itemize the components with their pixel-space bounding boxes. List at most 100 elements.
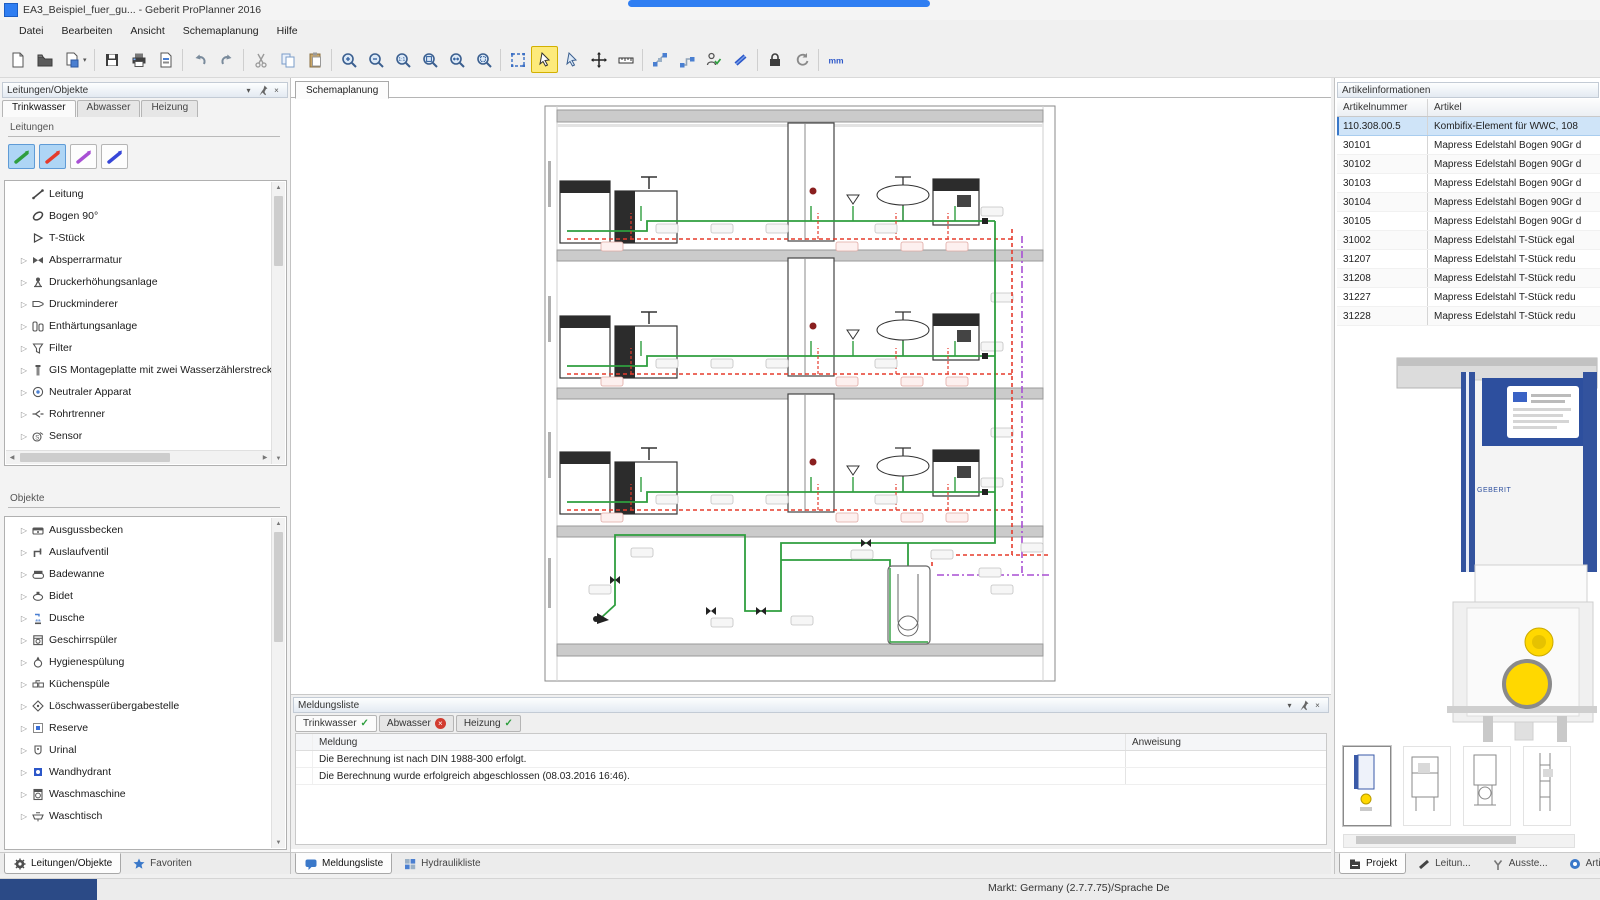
- blau-leitung-button[interactable]: [101, 144, 128, 169]
- vertical-scrollbar[interactable]: ▲▼: [271, 518, 285, 848]
- message-row[interactable]: Die Berechnung wurde erfolgreich abgesch…: [296, 768, 1326, 785]
- expander-icon[interactable]: ▷: [17, 724, 31, 733]
- scroll-right-icon[interactable]: ▶: [259, 451, 271, 464]
- left-bottom-tab[interactable]: Favoriten: [123, 853, 201, 874]
- tree-item[interactable]: ▷Auslaufventil: [5, 541, 272, 563]
- article-panel-header[interactable]: Artikelinformationen: [1337, 82, 1599, 98]
- tab-schemaplanung[interactable]: Schemaplanung: [295, 81, 389, 99]
- zoom-page-button[interactable]: [416, 46, 443, 73]
- scrollbar-thumb[interactable]: [1356, 836, 1516, 844]
- messages-tab-abwasser[interactable]: Abwasser×: [379, 715, 454, 732]
- expander-icon[interactable]: ▷: [17, 790, 31, 799]
- tree-item[interactable]: Bogen 90°: [5, 205, 272, 227]
- measure-button[interactable]: [612, 46, 639, 73]
- dimension-mm-button[interactable]: mm: [822, 46, 849, 73]
- menu-datei[interactable]: Datei: [10, 23, 53, 39]
- panel-caret-icon[interactable]: ▾: [242, 84, 255, 96]
- expander-icon[interactable]: ▷: [17, 388, 31, 397]
- tree-item[interactable]: ▷Druckerhöhungsanlage: [5, 271, 272, 293]
- pipe-segment-button[interactable]: [727, 46, 754, 73]
- tree-item[interactable]: T-Stück: [5, 227, 272, 249]
- left-tab-heizung[interactable]: Heizung: [141, 100, 198, 117]
- expander-icon[interactable]: ▷: [17, 636, 31, 645]
- lock-button[interactable]: [761, 46, 788, 73]
- expander-icon[interactable]: ▷: [17, 768, 31, 777]
- zoom-in-button[interactable]: [335, 46, 362, 73]
- right-bottom-tab[interactable]: Arti...: [1559, 853, 1600, 874]
- redo-button[interactable]: [213, 46, 240, 73]
- messages-panel-header[interactable]: Meldungsliste ▾ ×: [293, 697, 1329, 713]
- scrollbar-thumb[interactable]: [20, 453, 170, 462]
- expander-icon[interactable]: ▷: [17, 680, 31, 689]
- messages-col-anweisung[interactable]: Anweisung: [1126, 734, 1326, 750]
- warmwasser-leitung-button[interactable]: [39, 144, 66, 169]
- expander-icon[interactable]: ▷: [17, 526, 31, 535]
- scroll-down-icon[interactable]: ▼: [272, 453, 285, 464]
- panel-caret-icon[interactable]: ▾: [1283, 699, 1296, 711]
- expander-icon[interactable]: ▷: [17, 702, 31, 711]
- expander-icon[interactable]: ▷: [17, 300, 31, 309]
- product-thumbnail[interactable]: [1343, 746, 1391, 826]
- article-row[interactable]: 30101Mapress Edelstahl Bogen 90Gr d: [1337, 136, 1600, 155]
- cut-button[interactable]: [247, 46, 274, 73]
- save-button[interactable]: [98, 46, 125, 73]
- article-row[interactable]: 110.308.00.5Kombifix-Element für WWC, 10…: [1337, 117, 1600, 136]
- expander-icon[interactable]: ▷: [17, 658, 31, 667]
- center-bottom-tab[interactable]: Meldungsliste: [295, 853, 392, 874]
- expander-icon[interactable]: ▷: [17, 432, 31, 441]
- zirkulation-leitung-button[interactable]: [70, 144, 97, 169]
- expander-icon[interactable]: ▷: [17, 344, 31, 353]
- save-as-button[interactable]: [58, 46, 85, 73]
- tree-item[interactable]: ▷Reserve: [5, 717, 272, 739]
- article-row[interactable]: 31227Mapress Edelstahl T-Stück redu: [1337, 288, 1600, 307]
- article-row[interactable]: 31002Mapress Edelstahl T-Stück egal: [1337, 231, 1600, 250]
- panel-close-icon[interactable]: ×: [1311, 699, 1324, 711]
- tree-item[interactable]: ▷SSensor: [5, 425, 272, 447]
- tree-item[interactable]: ▷Wandhydrant: [5, 761, 272, 783]
- article-row[interactable]: 30105Mapress Edelstahl Bogen 90Gr d: [1337, 212, 1600, 231]
- menu-bearbeiten[interactable]: Bearbeiten: [53, 23, 122, 39]
- report-button[interactable]: [152, 46, 179, 73]
- article-row[interactable]: 31228Mapress Edelstahl T-Stück redu: [1337, 307, 1600, 326]
- scrollbar-thumb[interactable]: [274, 532, 283, 642]
- expander-icon[interactable]: ▷: [17, 322, 31, 331]
- panel-pin-icon[interactable]: [256, 84, 269, 96]
- tree-item[interactable]: ▷GIS Montageplatte mit zwei Wasserzähler…: [5, 359, 272, 381]
- expander-icon[interactable]: ▷: [17, 278, 31, 287]
- article-col-nummer[interactable]: Artikelnummer: [1337, 99, 1428, 116]
- tree-item[interactable]: ▷Badewanne: [5, 563, 272, 585]
- move-button[interactable]: [585, 46, 612, 73]
- left-bottom-tab[interactable]: Leitungen/Objekte: [4, 853, 121, 874]
- tree-item[interactable]: ▷Waschtisch: [5, 805, 272, 827]
- tree-item[interactable]: ▷Rohrtrenner: [5, 403, 272, 425]
- product-thumbnail[interactable]: [1403, 746, 1451, 826]
- tree-item[interactable]: ▷Waschmaschine: [5, 783, 272, 805]
- zoom-window-button[interactable]: [504, 46, 531, 73]
- left-panel-header[interactable]: Leitungen/Objekte ▾ ×: [2, 82, 288, 98]
- expander-icon[interactable]: ▷: [17, 746, 31, 755]
- update-button[interactable]: [788, 46, 815, 73]
- check-button[interactable]: [700, 46, 727, 73]
- dropdown-caret-icon[interactable]: ▾: [83, 56, 91, 64]
- vertical-scrollbar[interactable]: ▲▼: [271, 182, 285, 464]
- expander-icon[interactable]: ▷: [17, 614, 31, 623]
- left-tab-trinkwasser[interactable]: Trinkwasser: [2, 100, 76, 117]
- tree-item[interactable]: Leitung: [5, 183, 272, 205]
- zoom-100-button[interactable]: 1:1: [389, 46, 416, 73]
- expander-icon[interactable]: ▷: [17, 570, 31, 579]
- schematic-canvas[interactable]: [291, 97, 1331, 695]
- horizontal-scrollbar[interactable]: ◀▶: [6, 450, 271, 464]
- new-button[interactable]: [4, 46, 31, 73]
- connect-button[interactable]: [646, 46, 673, 73]
- scroll-down-icon[interactable]: ▼: [272, 837, 285, 848]
- messages-tab-heizung[interactable]: Heizung✓: [456, 715, 521, 732]
- zoom-width-button[interactable]: [443, 46, 470, 73]
- expander-icon[interactable]: ▷: [17, 592, 31, 601]
- tree-item[interactable]: ▷Löschwasserübergabestelle: [5, 695, 272, 717]
- undo-button[interactable]: [186, 46, 213, 73]
- route-button[interactable]: [673, 46, 700, 73]
- article-row[interactable]: 30104Mapress Edelstahl Bogen 90Gr d: [1337, 193, 1600, 212]
- tree-item[interactable]: ▷Hygienespülung: [5, 651, 272, 673]
- panel-close-icon[interactable]: ×: [270, 84, 283, 96]
- scroll-left-icon[interactable]: ◀: [6, 451, 18, 464]
